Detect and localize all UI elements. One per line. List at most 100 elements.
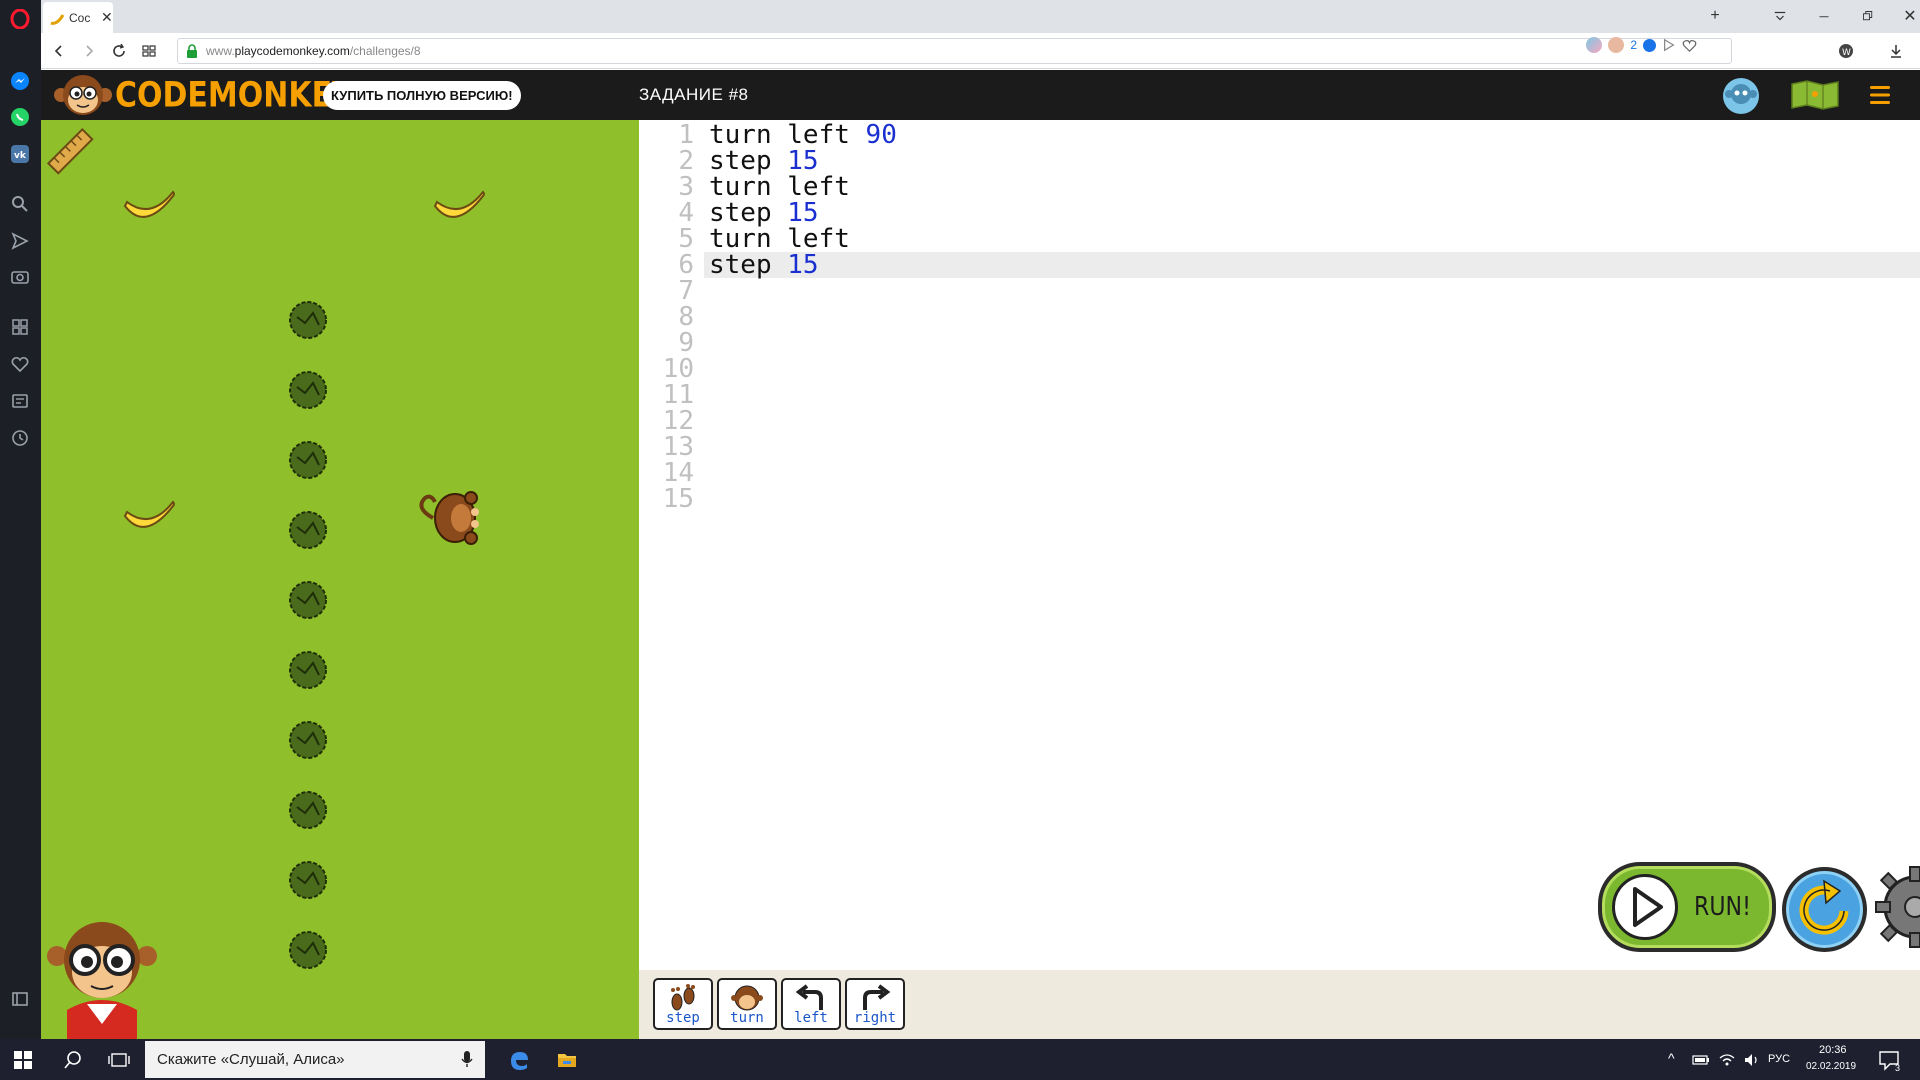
monkey-head-icon (731, 985, 763, 1011)
url-host: playcodemonkey.com (234, 44, 350, 58)
tab-title: Coc (69, 10, 91, 25)
line-number: 1 (678, 120, 694, 150)
extension-avatar-icon[interactable] (1608, 37, 1625, 53)
news-icon[interactable] (9, 390, 31, 412)
code-keyword: step (709, 250, 788, 280)
line-number: 15 (662, 484, 694, 514)
settings-gear-icon[interactable] (1870, 862, 1920, 952)
tabs-grid-icon[interactable] (137, 40, 161, 62)
notification-count: 3 (1895, 1063, 1901, 1073)
right-command-button[interactable]: right (845, 978, 905, 1030)
search-icon[interactable] (9, 193, 31, 215)
camera-icon[interactable] (9, 266, 31, 288)
restore-icon[interactable] (1854, 4, 1882, 28)
task-view-icon[interactable] (108, 1049, 130, 1071)
step-command-button[interactable]: step (653, 978, 713, 1030)
codemonkey-logo[interactable]: CODEMONKEY (53, 73, 354, 117)
file-explorer-icon[interactable] (556, 1049, 578, 1071)
extension-cube-icon[interactable] (1586, 37, 1603, 53)
turn-command-label: turn (730, 1010, 764, 1026)
battery-icon[interactable] (1692, 1052, 1710, 1068)
tray-expand-icon[interactable]: ^ (1668, 1050, 1675, 1066)
line-number: 5 (678, 224, 694, 254)
forward-icon[interactable] (77, 40, 101, 62)
code-line[interactable]: step 15 (709, 148, 819, 174)
code-line[interactable]: step 15 (709, 252, 819, 278)
bush-icon (289, 511, 327, 549)
reload-icon[interactable] (107, 40, 131, 62)
extensions-area: 2 (1586, 37, 1697, 53)
messenger-icon[interactable] (9, 70, 31, 92)
volume-icon[interactable] (1743, 1052, 1761, 1068)
bush-icon (289, 931, 327, 969)
bookmark-heart-icon[interactable] (1682, 38, 1697, 53)
left-command-button[interactable]: left (781, 978, 841, 1030)
hamburger-menu-icon[interactable] (1869, 84, 1891, 106)
taskbar-search-icon[interactable] (62, 1049, 84, 1071)
minimize-icon[interactable] (1810, 4, 1838, 28)
svg-text:W: W (1842, 48, 1851, 58)
url-field[interactable]: www. playcodemonkey.com/challenges/8 (177, 38, 1732, 64)
snapshot-icon[interactable] (1662, 38, 1676, 52)
speed-dial-icon[interactable] (9, 316, 31, 338)
vpn-icon[interactable]: W (1834, 40, 1858, 62)
new-tab-icon[interactable]: + (1701, 4, 1729, 28)
clock-date[interactable]: 02.02.2019 (1806, 1061, 1856, 1072)
reset-button[interactable] (1782, 867, 1867, 952)
play-icon (1612, 874, 1678, 940)
buy-full-version-button[interactable]: КУПИТЬ ПОЛНУЮ ВЕРСИЮ! (323, 81, 521, 110)
step-command-label: step (666, 1010, 700, 1026)
bush-icon (289, 721, 327, 759)
line-number: 9 (678, 328, 694, 358)
run-button[interactable]: RUN! (1598, 862, 1776, 952)
extension-close-icon[interactable] (1643, 38, 1656, 52)
line-number: 2 (678, 146, 694, 176)
code-editor[interactable]: 1 turn left 90 2 step 15 3 turn left 4 step 15 5… (639, 120, 1920, 970)
bush-icon (289, 441, 327, 479)
download-icon[interactable] (1884, 40, 1908, 62)
windows-start-icon[interactable] (12, 1049, 34, 1071)
tab-menu-icon[interactable] (1766, 4, 1794, 28)
active-line-highlight (704, 252, 1920, 278)
clock-time[interactable]: 20:36 (1819, 1044, 1847, 1056)
code-line[interactable]: step 15 (709, 200, 819, 226)
monkey-face-icon (54, 75, 112, 115)
guide-character-icon (47, 922, 157, 1039)
task-title: ЗАДАНИЕ #8 (639, 85, 749, 104)
tab-close-icon[interactable]: ✕ (101, 9, 113, 26)
alice-search-text: Скажите «Слушай, Алиса» (157, 1051, 345, 1068)
vk-icon[interactable]: vk (9, 143, 31, 165)
back-icon[interactable] (47, 40, 71, 62)
bush-icon (289, 301, 327, 339)
whatsapp-icon[interactable] (9, 106, 31, 128)
microphone-icon[interactable] (461, 1050, 473, 1068)
footprints-icon (671, 984, 695, 1011)
code-line[interactable]: turn left (709, 174, 850, 200)
alice-search-box[interactable]: Скажите «Слушай, Алиса» (145, 1041, 485, 1078)
bush-icon (289, 651, 327, 689)
sidebar-toggle-icon[interactable] (9, 988, 31, 1010)
line-number: 7 (678, 276, 694, 306)
language-indicator[interactable]: РУС (1768, 1053, 1790, 1065)
turn-command-button[interactable]: turn (717, 978, 777, 1030)
send-icon[interactable] (9, 230, 31, 252)
left-command-label: left (794, 1010, 828, 1026)
address-bar: www. playcodemonkey.com/challenges/8 2 W (41, 33, 1920, 69)
line-number: 3 (678, 172, 694, 202)
ruler-icon[interactable] (45, 126, 97, 178)
heart-icon[interactable] (9, 353, 31, 375)
game-field (41, 120, 639, 1039)
history-icon[interactable] (9, 427, 31, 449)
line-number: 11 (662, 380, 694, 410)
code-line[interactable]: turn left 90 (709, 122, 897, 148)
wifi-icon[interactable] (1718, 1052, 1736, 1068)
map-icon[interactable] (1791, 80, 1839, 110)
opera-logo-icon[interactable] (9, 8, 31, 30)
bush-icon (289, 581, 327, 619)
close-window-icon[interactable]: ✕ (1896, 4, 1920, 28)
user-avatar-icon[interactable] (1722, 77, 1760, 115)
app-header: CODEMONKEY КУПИТЬ ПОЛНУЮ ВЕРСИЮ! ЗАДАНИЕ… (41, 70, 1920, 120)
tab-codemonkey[interactable]: Coc ✕ (43, 2, 113, 33)
code-line[interactable]: turn left (709, 226, 850, 252)
edge-browser-icon[interactable] (508, 1049, 530, 1071)
